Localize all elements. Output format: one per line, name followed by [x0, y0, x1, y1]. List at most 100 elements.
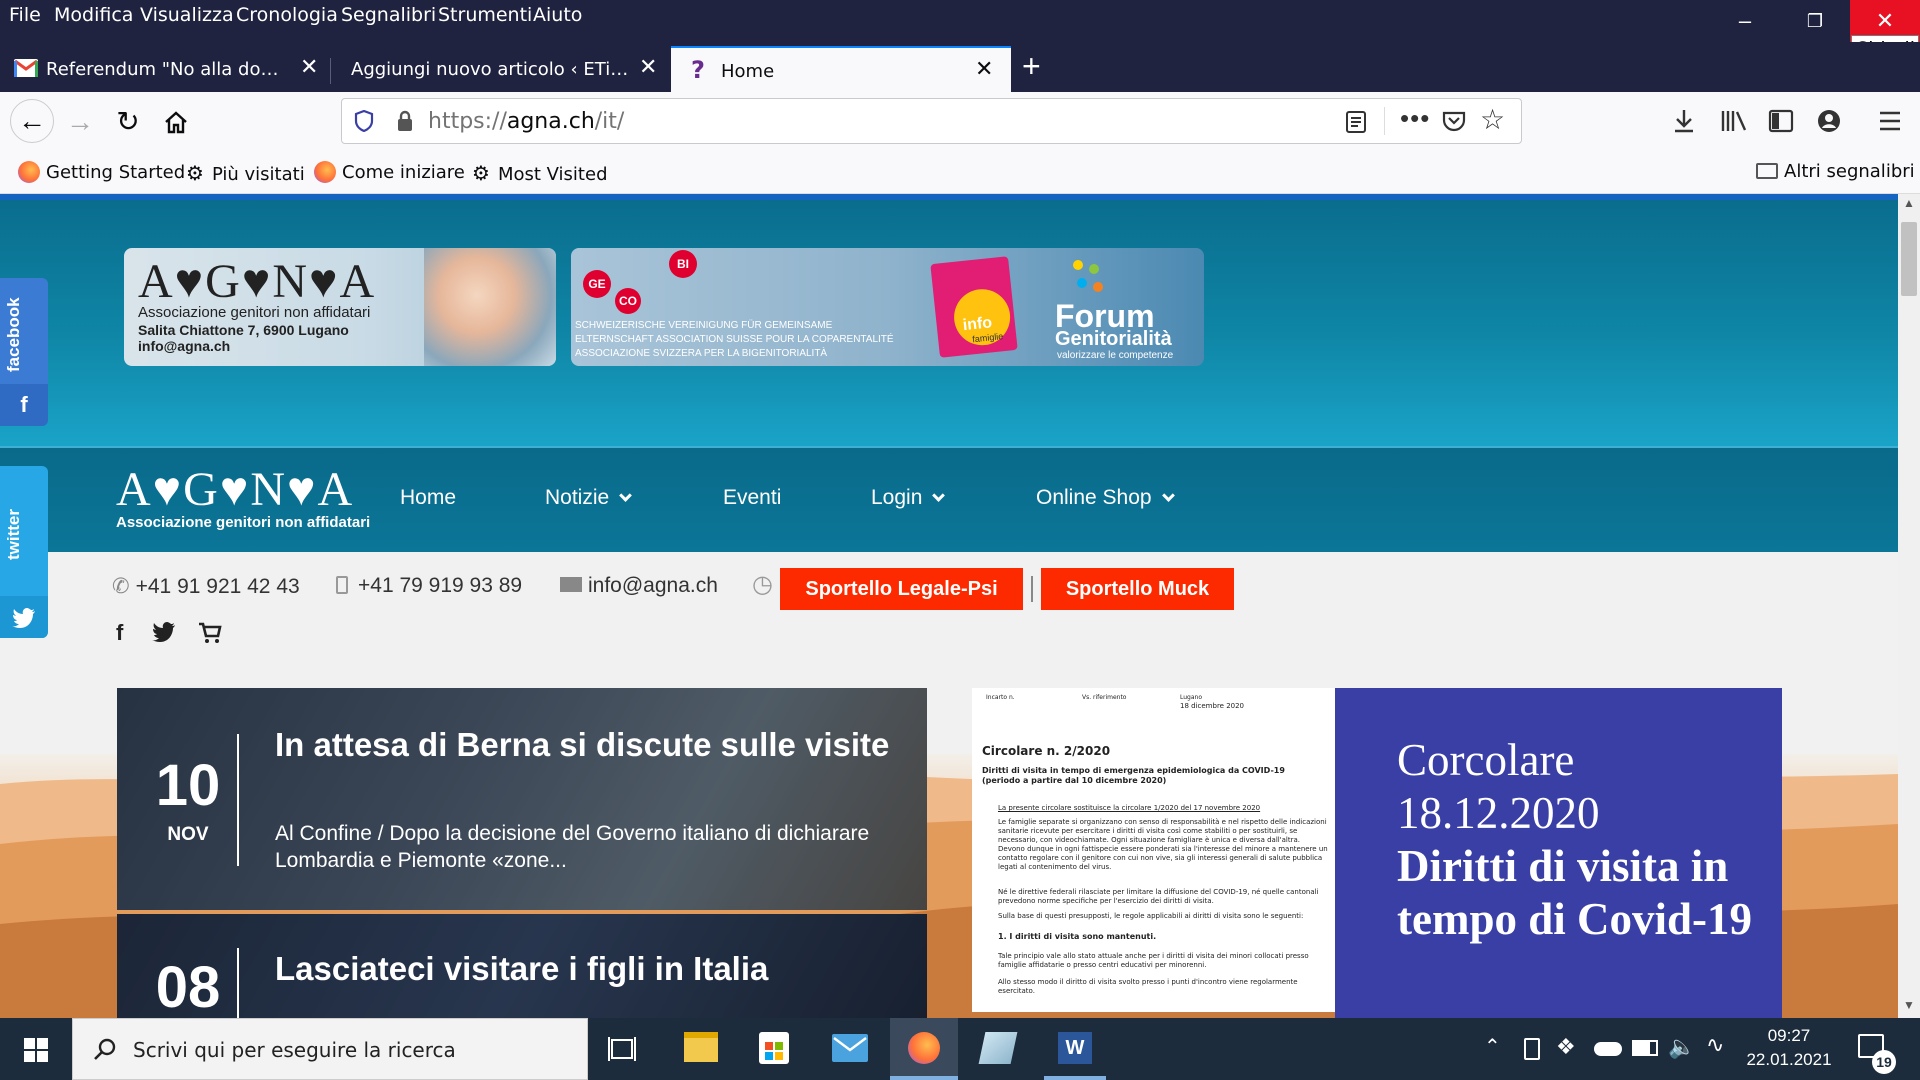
menu-strumenti[interactable]: Strumenti	[438, 4, 532, 26]
lock-icon[interactable]	[396, 110, 414, 132]
scrollbar-thumb[interactable]	[1901, 222, 1917, 296]
chevron-down-icon	[1161, 489, 1175, 502]
feature-title[interactable]: Diritti di visita in tempo di Covid-19	[1397, 840, 1767, 946]
phone-icon: ✆	[112, 575, 130, 598]
tab-aggiungi-articolo[interactable]: Aggiungi nuovo articolo ‹ ETiCinfor ✕	[331, 46, 670, 92]
scroll-down-icon[interactable]: ▼	[1903, 998, 1915, 1012]
menu-aiuto[interactable]: Aiuto	[533, 4, 582, 26]
menu-cronologia[interactable]: Cronologia	[236, 4, 338, 26]
nav-notizie[interactable]: Notizie	[545, 486, 633, 510]
minimize-button[interactable]: –	[1710, 0, 1780, 42]
battery-icon[interactable]	[1632, 1040, 1658, 1056]
home-button[interactable]	[156, 102, 196, 142]
taskbar-search-box[interactable]: Scrivi qui per eseguire la ricerca	[72, 1018, 588, 1080]
bookmark-star-icon[interactable]: ☆	[1480, 103, 1505, 136]
firefox-taskbar-button[interactable]	[890, 1018, 958, 1080]
reader-view-icon[interactable]	[1345, 111, 1367, 133]
email-link[interactable]: info@agna.ch	[560, 574, 718, 598]
url-text[interactable]: https://agna.ch/it/	[428, 109, 624, 134]
nav-eventi[interactable]: Eventi	[723, 486, 781, 510]
sportello-muck-button[interactable]: Sportello Muck	[1041, 568, 1234, 610]
bookmark-piu-visitati[interactable]: ⚙ Più visitati	[186, 161, 305, 185]
bookmark-come-iniziare[interactable]: Come iniziare	[314, 161, 465, 183]
tab-close-icon[interactable]: ✕	[975, 57, 993, 82]
nav-online-shop[interactable]: Online Shop	[1036, 486, 1175, 510]
gecobi-banner[interactable]: GE CO BI SCHWEIZERISCHE VEREINIGUNG FÜR …	[571, 248, 1204, 366]
menu-visualizza[interactable]: Visualizza	[140, 4, 234, 26]
page-actions-icon[interactable]: •••	[1400, 103, 1430, 134]
circolare-document-image[interactable]: Incarto n. Vs. riferimento Lugano 18 dic…	[972, 688, 1335, 1012]
sidebar-icon[interactable]	[1768, 109, 1794, 133]
bookmark-label: Altri segnalibri	[1784, 161, 1915, 182]
nav-home[interactable]: Home	[400, 486, 456, 510]
facebook-side-widget[interactable]: facebook f	[0, 278, 48, 426]
notes-app-icon[interactable]	[978, 1032, 1018, 1064]
nav-logo[interactable]: A♥G♥N♥A	[116, 462, 354, 517]
file-explorer-icon[interactable]	[684, 1032, 718, 1062]
forward-button[interactable]: →	[60, 102, 100, 142]
hamburger-menu-icon[interactable]	[1878, 110, 1902, 132]
bookmark-label: Getting Started	[46, 162, 186, 183]
forward-arrow-icon: →	[66, 106, 94, 137]
tab-close-icon[interactable]: ✕	[300, 55, 318, 80]
tab-referendum[interactable]: Referendum "No alla donazione ✕	[0, 46, 330, 92]
facebook-label: facebook	[4, 297, 23, 373]
bi-logo: BI	[669, 250, 697, 278]
library-icon[interactable]	[1720, 108, 1748, 134]
vertical-scrollbar[interactable]: ▲ ▼	[1898, 194, 1920, 1018]
doc-meta: Lugano	[1180, 694, 1202, 701]
tab-close-icon[interactable]: ✕	[639, 55, 657, 80]
shield-icon[interactable]	[354, 110, 374, 132]
menu-segnalibri[interactable]: Segnalibri	[341, 4, 436, 26]
phone-2[interactable]: +41 79 919 93 89	[336, 574, 522, 598]
mail-icon[interactable]	[832, 1034, 868, 1062]
url-bar[interactable]: https://agna.ch/it/ ••• ☆	[341, 98, 1522, 144]
web-page: A♥G♥N♥A Associazione genitori non affida…	[0, 194, 1898, 1018]
news-card[interactable]: 10 NOV In attesa di Berna si discute sul…	[117, 688, 927, 910]
search-placeholder: Scrivi qui per eseguire la ricerca	[133, 1038, 456, 1062]
home-icon	[165, 111, 187, 134]
twitter-icon[interactable]	[152, 622, 176, 642]
wifi-icon[interactable]: ∿	[1706, 1032, 1724, 1058]
scroll-up-icon[interactable]: ▲	[1903, 196, 1915, 210]
menu-file[interactable]: File	[9, 4, 41, 26]
reload-button[interactable]: ↻	[108, 102, 148, 142]
news-title[interactable]: Lasciateci visitare i figli in Italia	[275, 950, 905, 987]
bookmark-other[interactable]: Altri segnalibri	[1756, 161, 1915, 182]
twitter-side-widget[interactable]: twitter	[0, 466, 48, 638]
news-card[interactable]: 08 Lasciateci visitare i figli in Italia	[117, 914, 927, 1018]
phone-1[interactable]: ✆ +41 91 921 42 43	[112, 574, 300, 599]
menu-modifica[interactable]: Modifica	[54, 4, 133, 26]
url-path: /it/	[594, 109, 625, 134]
tab-home[interactable]: ? Home ✕	[671, 46, 1011, 92]
volume-icon[interactable]: 🔈	[1668, 1034, 1695, 1060]
word-taskbar-button[interactable]: W	[1044, 1018, 1106, 1080]
featured-article-panel[interactable]: Corcolare 18.12.2020 Diritti di visita i…	[1335, 688, 1782, 1018]
agna-banner[interactable]: A♥G♥N♥A Associazione genitori non affida…	[124, 248, 556, 366]
facebook-icon[interactable]: f	[116, 620, 123, 646]
restore-button[interactable]: ❐	[1780, 0, 1850, 42]
shopping-cart-icon[interactable]	[198, 622, 222, 644]
nav-login[interactable]: Login	[871, 486, 946, 510]
windows-start-icon[interactable]	[24, 1038, 48, 1062]
back-button[interactable]: ←	[10, 99, 54, 143]
feature-heading: Corcolare 18.12.2020	[1397, 735, 1600, 838]
onedrive-icon[interactable]	[1594, 1042, 1622, 1056]
bookmark-most-visited[interactable]: ⚙ Most Visited	[472, 161, 608, 185]
news-title[interactable]: In attesa di Berna si discute sulle visi…	[275, 726, 905, 763]
chevron-up-icon[interactable]: ⌃	[1484, 1034, 1501, 1059]
divider	[237, 948, 239, 1018]
device-icon[interactable]	[1524, 1038, 1540, 1060]
store-icon[interactable]	[759, 1032, 789, 1064]
sportello-legale-psi-button[interactable]: Sportello Legale-Psi	[780, 568, 1023, 610]
downloads-icon[interactable]	[1672, 108, 1696, 134]
twitter-icon	[0, 596, 48, 638]
clock[interactable]: 09:27 22.01.2021	[1744, 1026, 1834, 1070]
dropbox-icon[interactable]: ❖	[1556, 1034, 1576, 1060]
task-view-icon[interactable]	[608, 1036, 636, 1062]
new-tab-icon[interactable]: +	[1022, 48, 1041, 85]
bookmark-getting-started[interactable]: Getting Started	[18, 161, 185, 183]
doc-text: Allo stesso modo il diritto di visita sv…	[998, 978, 1298, 995]
account-icon[interactable]	[1816, 108, 1842, 134]
pocket-icon[interactable]	[1442, 110, 1466, 132]
